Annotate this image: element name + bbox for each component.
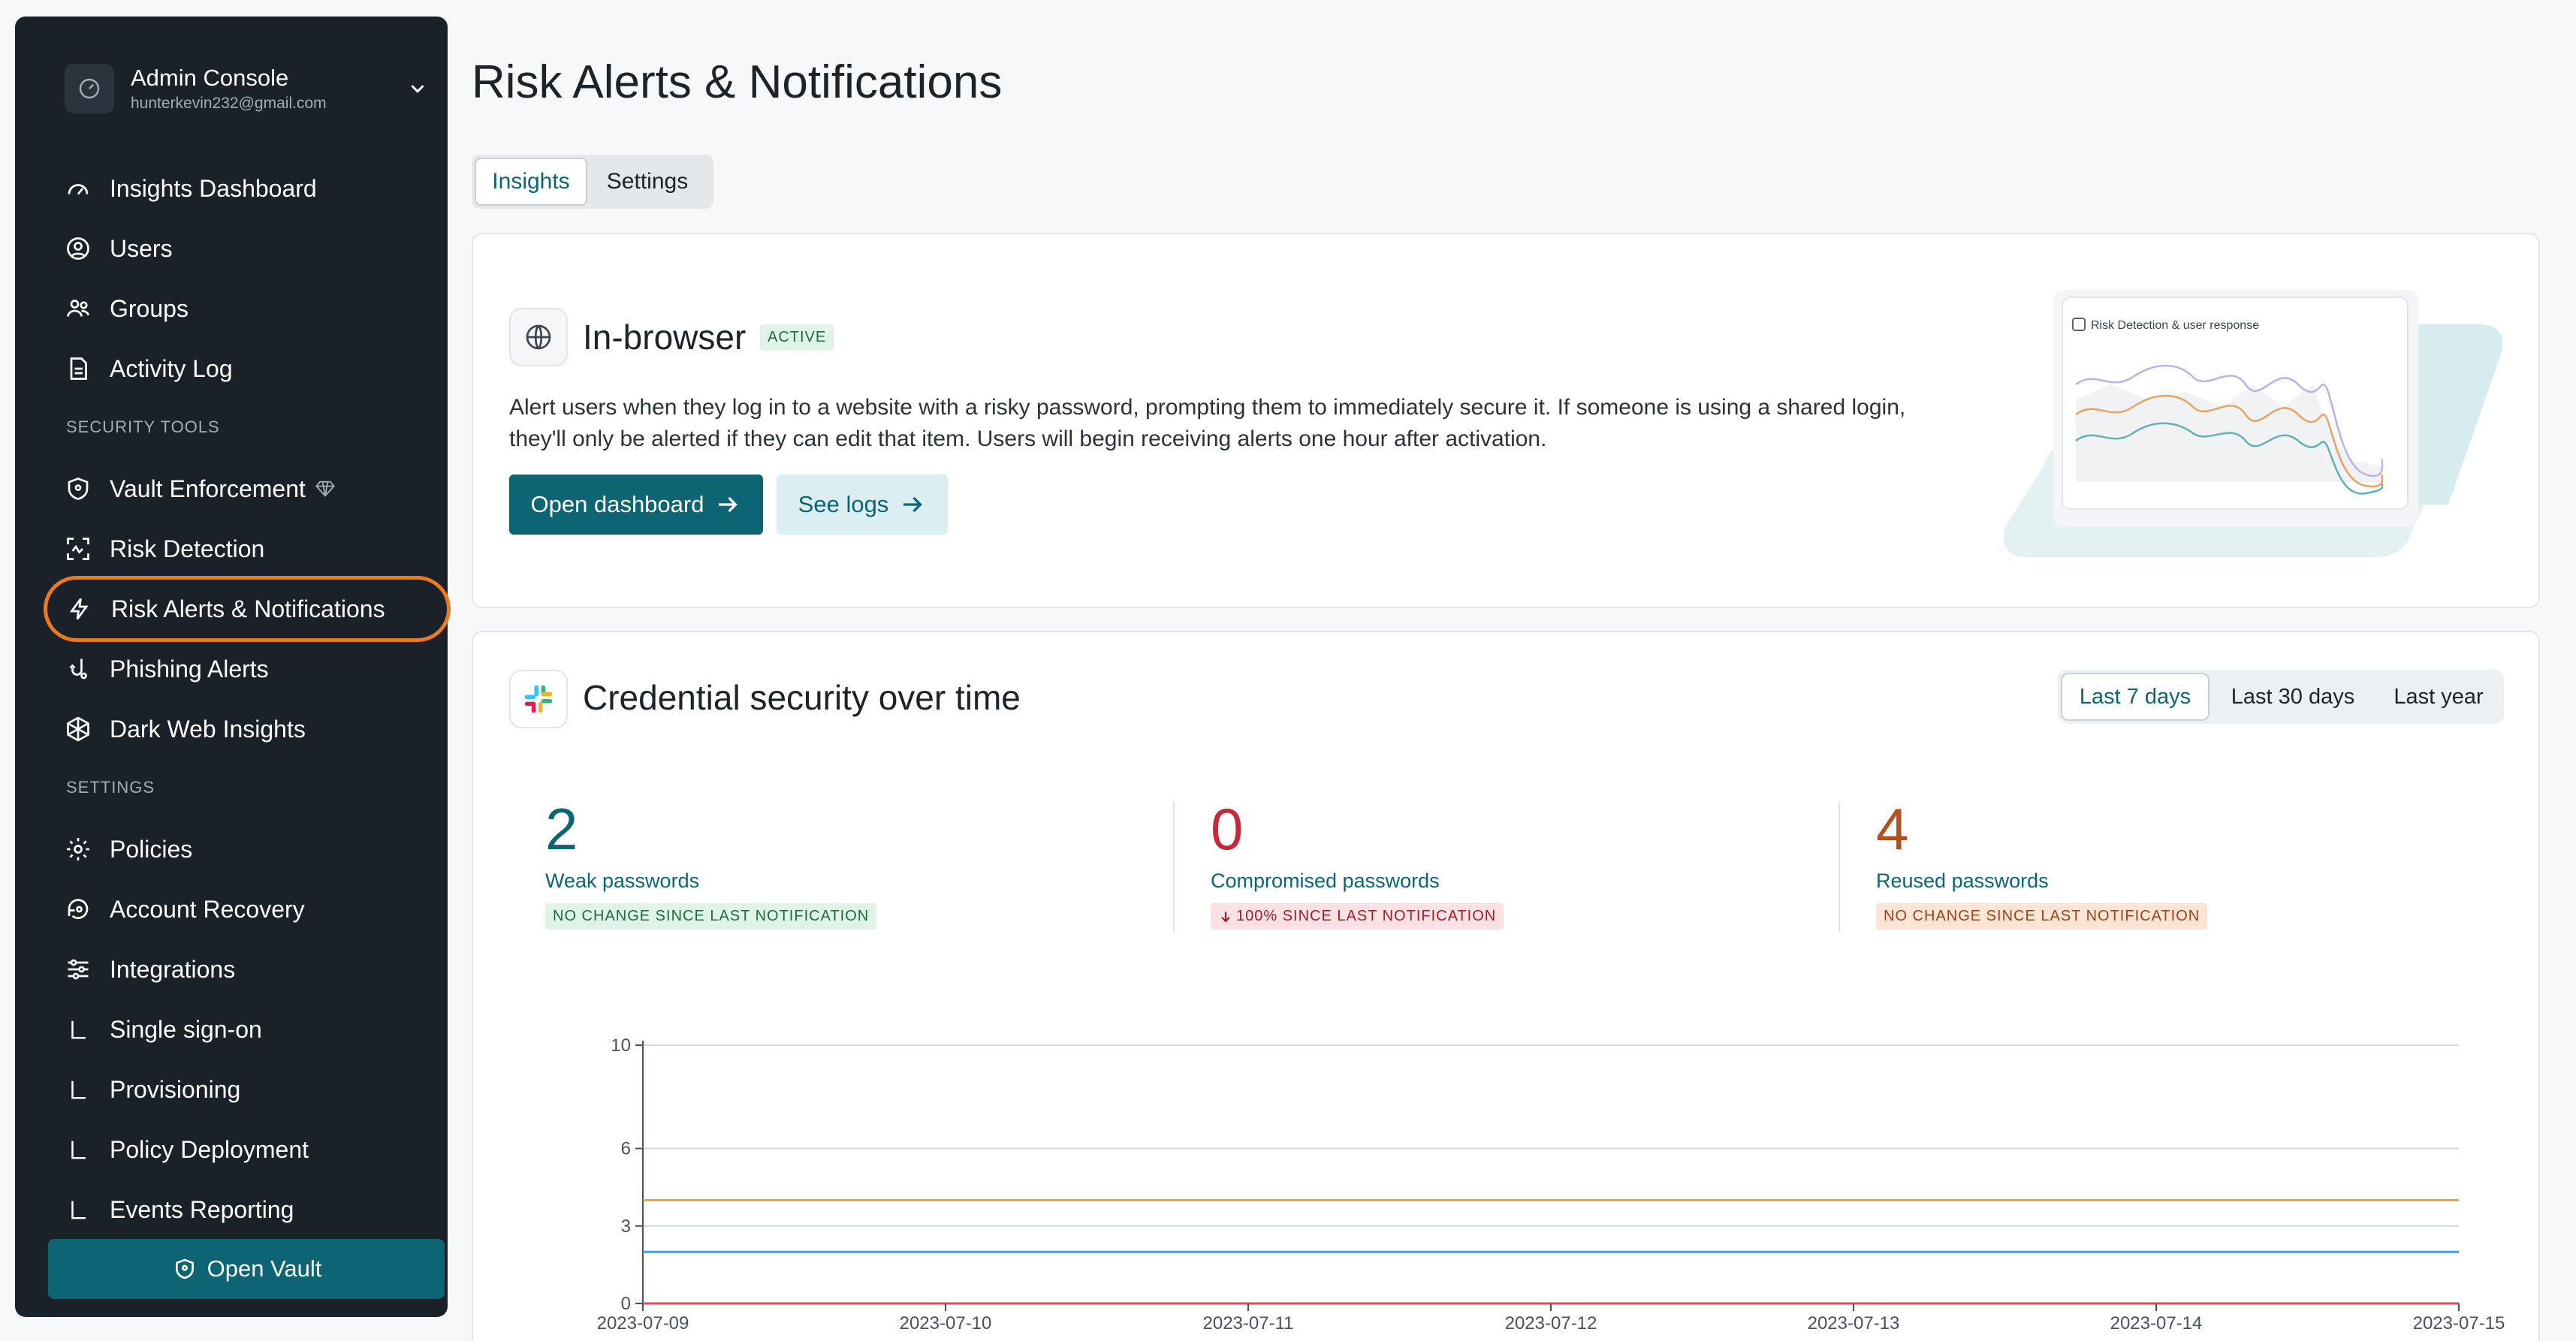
tab-insights[interactable]: Insights bbox=[475, 158, 587, 206]
in-browser-card: In-browser ACTIVE Alert users when they … bbox=[472, 233, 2540, 608]
account-title: Admin Console bbox=[131, 65, 289, 91]
console-icon bbox=[65, 64, 114, 113]
description-line-1: Alert users when they log in to a websit… bbox=[509, 395, 1906, 420]
chevron-down-icon[interactable] bbox=[403, 74, 433, 104]
see-logs-label: See logs bbox=[798, 491, 889, 517]
document-icon bbox=[63, 354, 93, 384]
bolt-icon bbox=[65, 594, 95, 624]
y-tick-label: 10 bbox=[611, 1035, 631, 1056]
sidebar-item-label: Risk Alerts & Notifications bbox=[111, 595, 385, 622]
sub-item-icon bbox=[63, 1135, 93, 1165]
x-tick-label: 2023-07-12 bbox=[1505, 1313, 1597, 1333]
sidebar-item-events-reporting[interactable]: Events Reporting bbox=[51, 1185, 443, 1234]
open-dashboard-label: Open dashboard bbox=[530, 491, 704, 517]
sidebar-item-risk-detection[interactable]: Risk Detection bbox=[51, 524, 443, 574]
open-vault-button[interactable]: Open Vault bbox=[48, 1239, 445, 1299]
page-title: Risk Alerts & Notifications bbox=[472, 56, 1003, 108]
section-label-security-tools: SECURITY TOOLS bbox=[66, 417, 220, 436]
arrow-right-icon bbox=[714, 491, 741, 518]
x-tick-label: 2023-07-10 bbox=[900, 1313, 992, 1333]
sub-item-icon bbox=[63, 1074, 93, 1104]
account-switcher[interactable]: Admin Console hunterkevin232@gmail.com bbox=[50, 44, 433, 134]
tab-settings[interactable]: Settings bbox=[587, 158, 707, 206]
sidebar-item-label: Dark Web Insights bbox=[110, 715, 306, 743]
sidebar-item-risk-alerts-notifications[interactable]: Risk Alerts & Notifications bbox=[44, 576, 451, 642]
sidebar-item-insights-dashboard[interactable]: Insights Dashboard bbox=[51, 164, 443, 213]
sidebar-item-label: Phishing Alerts bbox=[110, 655, 269, 683]
users-icon bbox=[63, 294, 93, 324]
globe-icon bbox=[509, 308, 568, 366]
open-vault-label: Open Vault bbox=[207, 1255, 322, 1282]
premium-diamond-icon bbox=[315, 478, 336, 499]
sidebar-item-label: Insights Dashboard bbox=[110, 174, 317, 202]
account-email: hunterkevin232@gmail.com bbox=[131, 95, 327, 112]
sidebar-item-label: Groups bbox=[110, 294, 189, 322]
open-dashboard-button[interactable]: Open dashboard bbox=[509, 475, 763, 535]
x-tick-label: 2023-07-14 bbox=[2110, 1313, 2203, 1333]
sidebar-item-label: Activity Log bbox=[110, 354, 233, 382]
section-label-settings: SETTINGS bbox=[66, 778, 155, 797]
credential-security-chart: 10 6 3 02023-07-09 2023-07-10 2023-07-11 2023-… bbox=[597, 1035, 2505, 1333]
sidebar-item-users[interactable]: Users bbox=[51, 224, 443, 273]
page-tabs: Insights Settings bbox=[472, 155, 713, 209]
sidebar-item-label: Single sign-on bbox=[110, 1015, 262, 1043]
y-tick-label: 0 bbox=[621, 1294, 631, 1314]
globe-cube-icon bbox=[63, 714, 93, 744]
sidebar-item-label: Vault Enforcement bbox=[110, 475, 306, 502]
in-browser-description: Alert users when they log in to a websit… bbox=[509, 392, 1996, 455]
x-tick-label: 2023-07-11 bbox=[1203, 1313, 1294, 1333]
x-tick-label: 2023-07-15 bbox=[2413, 1313, 2505, 1333]
preview-title: Risk Detection & user response bbox=[2091, 319, 2259, 332]
sub-item-icon bbox=[63, 1195, 93, 1225]
sidebar-item-policy-deployment[interactable]: Policy Deployment bbox=[51, 1125, 443, 1174]
key-icon bbox=[63, 894, 93, 924]
status-badge: ACTIVE bbox=[760, 324, 834, 351]
sidebar: Admin Console hunterkevin232@gmail.com I… bbox=[15, 17, 451, 1317]
x-tick-label: 2023-07-09 bbox=[597, 1313, 689, 1333]
arrow-right-icon bbox=[899, 491, 926, 518]
user-circle-icon bbox=[63, 234, 93, 264]
shield-icon bbox=[171, 1255, 198, 1282]
sidebar-item-single-sign-on[interactable]: Single sign-on bbox=[51, 1005, 443, 1054]
in-browser-title: In-browser bbox=[583, 318, 747, 357]
sidebar-item-dark-web-insights[interactable]: Dark Web Insights bbox=[51, 704, 443, 754]
sidebar-item-label: Integrations bbox=[110, 955, 236, 983]
sidebar-item-label: Policies bbox=[110, 835, 193, 863]
x-tick-label: 2023-07-13 bbox=[1808, 1313, 1900, 1333]
sidebar-item-activity-log[interactable]: Activity Log bbox=[51, 344, 443, 393]
sidebar-item-provisioning[interactable]: Provisioning bbox=[51, 1065, 443, 1114]
see-logs-button[interactable]: See logs bbox=[777, 475, 948, 535]
risk-detection-preview-illustration: Risk Detection & user response bbox=[1998, 279, 2508, 580]
sidebar-item-groups[interactable]: Groups bbox=[51, 284, 443, 333]
phishing-icon bbox=[63, 654, 93, 684]
sidebar-item-label: Account Recovery bbox=[110, 895, 305, 923]
sidebar-item-label: Policy Deployment bbox=[110, 1135, 309, 1163]
sidebar-item-policies[interactable]: Policies bbox=[51, 824, 443, 874]
sidebar-item-label: Events Reporting bbox=[110, 1195, 294, 1223]
sliders-icon bbox=[63, 954, 93, 984]
description-line-2: they'll only be alerted if they can edit… bbox=[509, 426, 1547, 451]
sidebar-item-label: Risk Detection bbox=[110, 535, 265, 562]
shield-icon bbox=[63, 474, 93, 504]
sidebar-item-label: Provisioning bbox=[110, 1075, 241, 1103]
sub-item-icon bbox=[63, 1014, 93, 1044]
y-tick-label: 3 bbox=[621, 1216, 631, 1237]
credential-security-card: Credential security over time Last 7 day… bbox=[472, 631, 2540, 1341]
sidebar-item-vault-enforcement[interactable]: Vault Enforcement bbox=[51, 464, 443, 514]
gauge-icon bbox=[63, 173, 93, 203]
sidebar-item-label: Users bbox=[110, 234, 173, 262]
scan-icon bbox=[63, 534, 93, 564]
gear-icon bbox=[63, 834, 93, 864]
sidebar-item-account-recovery[interactable]: Account Recovery bbox=[51, 884, 443, 934]
sidebar-item-phishing-alerts[interactable]: Phishing Alerts bbox=[51, 644, 443, 694]
sidebar-item-integrations[interactable]: Integrations bbox=[51, 945, 443, 994]
y-tick-label: 6 bbox=[621, 1139, 631, 1159]
